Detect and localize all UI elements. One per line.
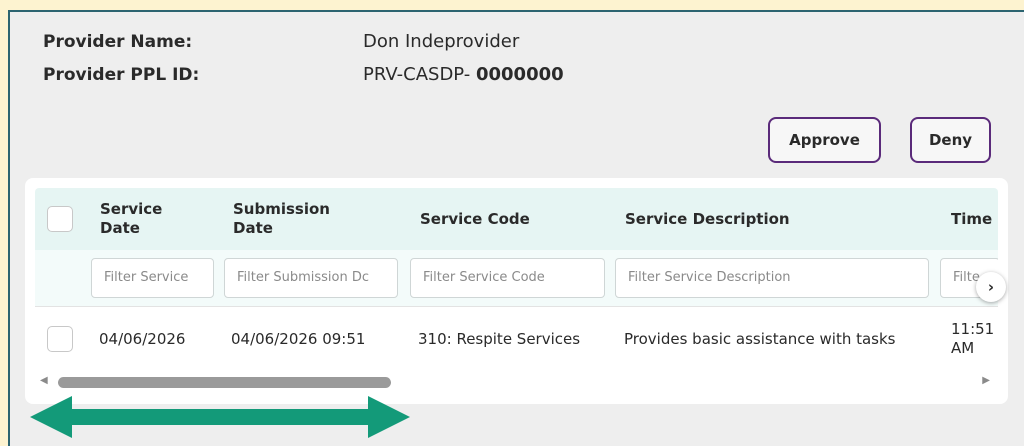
approve-button[interactable]: Approve <box>768 117 881 163</box>
service-table: Service Date Submission Date Service Cod… <box>35 188 998 396</box>
column-header-line: Submission <box>233 200 330 218</box>
cell-time-line: 11:51 <box>951 320 995 338</box>
scrollbar-thumb[interactable] <box>58 377 391 388</box>
deny-button[interactable]: Deny <box>910 117 991 163</box>
column-header-line: Service <box>100 200 163 218</box>
cell-service-description: Provides basic assistance with tasks <box>624 330 896 348</box>
cell-submission-date: 04/06/2026 09:51 <box>231 330 366 348</box>
column-header-service-description[interactable]: Service Description <box>625 210 790 229</box>
provider-name-label: Provider Name: <box>43 32 193 52</box>
triangle-right-icon[interactable]: ▶ <box>982 375 990 386</box>
cell-service-date: 04/06/2026 <box>99 330 186 348</box>
filter-service-description-input[interactable]: Filter Service Description <box>615 258 929 298</box>
scroll-next-button[interactable]: › <box>976 272 1006 302</box>
provider-id-number: 0000000 <box>475 64 564 85</box>
double-arrow-shape <box>30 396 410 438</box>
row-select-checkbox[interactable] <box>47 326 73 352</box>
filter-service-code-input[interactable]: Filter Service Code <box>410 258 605 298</box>
cell-service-code: 310: Respite Services <box>418 330 581 348</box>
provider-name-value: Don Indeprovider <box>363 31 520 52</box>
cell-time: 11:51 AM <box>951 320 994 358</box>
filter-service-date-input[interactable]: Filter Service <box>91 258 214 298</box>
filter-submission-date-input[interactable]: Filter Submission Dc <box>224 258 398 298</box>
provider-id-prefix: PRV-CASDP- <box>363 64 476 85</box>
column-header-time[interactable]: Time <box>951 210 992 229</box>
provider-id-value: PRV-CASDP- 0000000 <box>363 64 564 85</box>
horizontal-scrollbar[interactable]: ◀ ▶ <box>36 373 996 393</box>
chevron-right-icon: › <box>987 278 995 296</box>
column-header-line: Date <box>233 219 273 237</box>
provider-id-label: Provider PPL ID: <box>43 65 200 85</box>
select-all-checkbox[interactable] <box>47 206 73 232</box>
triangle-left-icon[interactable]: ◀ <box>40 375 48 386</box>
column-header-service-code[interactable]: Service Code <box>420 210 530 229</box>
service-table-card: Service Date Submission Date Service Cod… <box>25 178 1008 404</box>
column-header-service-date[interactable]: Service Date <box>100 200 162 238</box>
double-arrow-icon <box>30 396 410 438</box>
table-header-row: Service Date Submission Date Service Cod… <box>35 188 998 250</box>
column-header-line: Date <box>100 219 140 237</box>
column-header-submission-date[interactable]: Submission Date <box>233 200 330 238</box>
cell-time-line: AM <box>951 339 975 357</box>
